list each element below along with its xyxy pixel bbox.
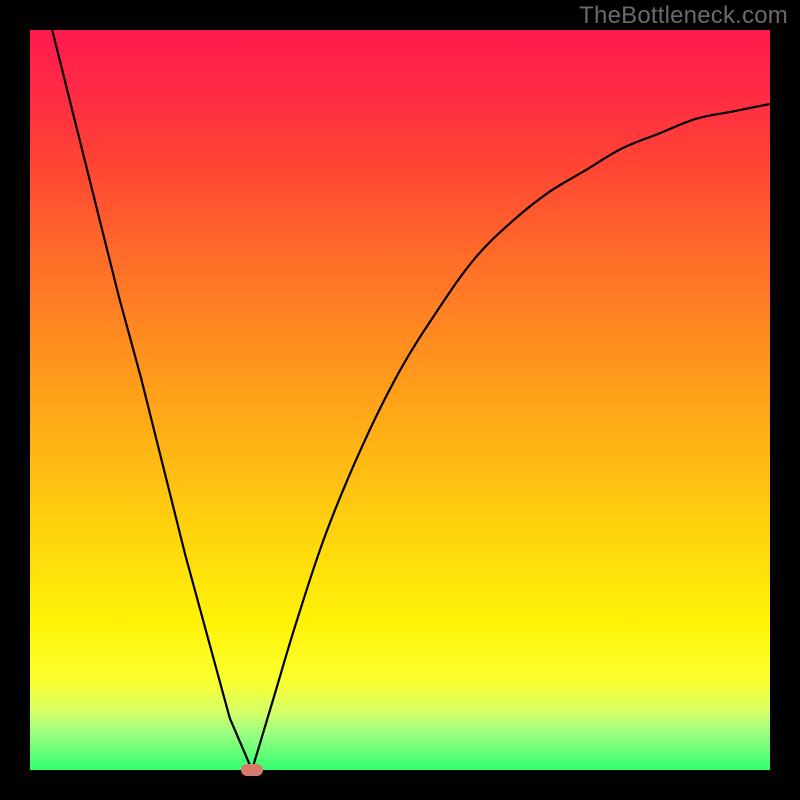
- chart-curve-svg: [30, 30, 770, 770]
- watermark-text: TheBottleneck.com: [579, 2, 788, 30]
- bottleneck-curve: [52, 30, 770, 770]
- minimum-marker: [241, 764, 263, 776]
- chart-plot-area: [30, 30, 770, 770]
